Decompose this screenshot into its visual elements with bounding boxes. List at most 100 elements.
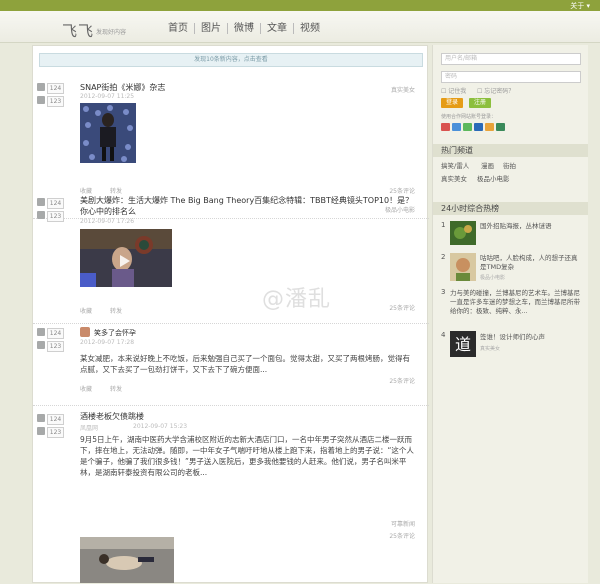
- channel-real-beauty[interactable]: 真实美女: [441, 173, 467, 183]
- comments-link[interactable]: 25条评论: [389, 376, 415, 385]
- down-count: 123: [47, 96, 64, 107]
- feed-post: 124 123 笑多了会怀孕 2012-09-07 17:28 某女减肥，本来说…: [33, 323, 429, 406]
- nav-weibo[interactable]: 微博: [227, 23, 260, 34]
- channels-heading: 热门频道: [433, 144, 588, 157]
- post-title[interactable]: 美剧大爆炸：生活大爆炸 The Big Bang Theory百集纪念特辑：TB…: [80, 195, 415, 217]
- nav-articles[interactable]: 文章: [260, 23, 293, 34]
- down-count: 123: [47, 427, 64, 438]
- renren-login-icon[interactable]: [463, 123, 472, 131]
- nav-home[interactable]: 首页: [162, 23, 194, 34]
- site-slogan: 发现好内容: [96, 29, 127, 36]
- down-count: 123: [47, 341, 64, 352]
- hot-item[interactable]: 2 咕咕吧，人脸构成，人的想子还真是TMD复杂 极品小电影: [441, 253, 581, 283]
- watermark: @潘乱: [262, 287, 332, 312]
- hot-title[interactable]: 国外招贴海报，丛林谜语: [480, 222, 580, 231]
- sidebar: 用户名/邮箱 密码 ☐ 记住我 ☐ 忘记密码？ 登录 注册 使用合作网站账号登录…: [432, 45, 588, 583]
- thumbs-down-icon[interactable]: [37, 341, 45, 349]
- feed-post: 124 123 美剧大爆炸：生活大爆炸 The Big Bang Theory百…: [33, 191, 429, 324]
- main-nav: 首页 图片 微博 文章 视频: [162, 23, 326, 34]
- thumbs-down-icon[interactable]: [37, 211, 45, 219]
- thumbs-up-icon[interactable]: [37, 414, 45, 422]
- thumbs-down-icon[interactable]: [37, 96, 45, 104]
- top-bar: 关于 ▾: [0, 0, 600, 11]
- new-content-notice[interactable]: 发现10条新内容，点击查看: [39, 53, 423, 67]
- favorite-link[interactable]: 收藏: [80, 386, 92, 393]
- svg-text:道: 道: [455, 335, 471, 354]
- channel-funny[interactable]: 搞笑/雷人: [441, 160, 469, 170]
- favorite-link[interactable]: 收藏: [80, 308, 92, 315]
- post-text: 9月5日上午，湖南中医药大学含浦校区附近的志新大酒店门口，一名中年男子突然从酒店…: [80, 435, 414, 477]
- hot-item-thumbnail[interactable]: [450, 253, 476, 281]
- post-date: 2012-09-07 15:23: [133, 423, 188, 430]
- hot-item[interactable]: 1 国外招贴海报，丛林谜语: [441, 221, 581, 247]
- avatar[interactable]: [80, 327, 90, 337]
- post-tag[interactable]: 极品小电影: [385, 205, 415, 214]
- comments-link[interactable]: 25条评论: [389, 303, 415, 312]
- about-menu[interactable]: 关于 ▾: [570, 1, 590, 11]
- share-link[interactable]: 转发: [110, 386, 122, 393]
- hot-category[interactable]: 极品小电影: [480, 274, 505, 281]
- hot-title[interactable]: 签谁！设计师们的心声: [480, 333, 580, 342]
- forgot-password-link[interactable]: ☐ 忘记密码？: [477, 86, 514, 95]
- post-author[interactable]: 笑多了会怀孕: [94, 328, 136, 338]
- post-source[interactable]: 凤凰网: [80, 423, 98, 432]
- down-count: 123: [47, 211, 64, 222]
- thumbs-up-icon[interactable]: [37, 83, 45, 91]
- post-tag[interactable]: 可靠新闻: [391, 519, 415, 528]
- qq-login-icon[interactable]: [452, 123, 461, 131]
- hot-item-thumbnail[interactable]: [450, 221, 476, 245]
- up-count: 124: [47, 328, 64, 339]
- post-title[interactable]: SNAP街拍《米娜》杂志: [80, 82, 165, 93]
- up-count: 124: [47, 83, 64, 94]
- feed-post: 124 123 酒楼老板欠债跳楼 凤凰网 2012-09-07 15:23 9月…: [33, 405, 429, 584]
- remember-checkbox[interactable]: ☐ 记住我: [441, 86, 466, 95]
- channel-comics[interactable]: 漫画: [481, 160, 494, 170]
- channel-street-snap[interactable]: 街拍: [503, 160, 516, 170]
- post-image-street-snap[interactable]: [80, 103, 136, 163]
- hot-rank: 2: [441, 253, 446, 261]
- post-tag[interactable]: 真实美女: [391, 85, 415, 94]
- hot-list-heading: 24小时综合热榜: [433, 202, 588, 215]
- hot-title[interactable]: 力与美的碰撞，兰博基尼的艺术车。兰博基尼一直是许多车迷的梦想之车，而兰博基尼所带…: [450, 289, 582, 316]
- channel-short-films[interactable]: 极品小电影: [477, 173, 510, 183]
- vote-box: 124 123: [37, 413, 64, 439]
- thumbs-up-icon[interactable]: [37, 328, 45, 336]
- hot-rank: 3: [441, 288, 446, 296]
- thumbs-down-icon[interactable]: [37, 427, 45, 435]
- nav-videos[interactable]: 视频: [293, 23, 326, 34]
- post-actions: 收藏 转发: [80, 306, 138, 315]
- partner-login-note: 使用合作网站账号登录：: [441, 114, 497, 120]
- nav-pictures[interactable]: 图片: [194, 23, 227, 34]
- hot-rank: 4: [441, 331, 446, 339]
- post-video-thumbnail[interactable]: [80, 229, 172, 287]
- vote-box: 124 123: [37, 327, 64, 353]
- remember-label: 记住我: [448, 88, 467, 95]
- post-image-news[interactable]: [80, 537, 174, 583]
- hot-category[interactable]: 真实美女: [480, 345, 500, 352]
- vote-box: 124 123: [37, 197, 64, 223]
- post-date: 2012-09-07 17:28: [80, 339, 135, 346]
- post-text: 某女减肥，本来说好晚上不吃饭，后来勉强自己买了一个面包。觉得太甜，又买了两根烤肠…: [80, 354, 410, 374]
- username-input[interactable]: 用户名/邮箱: [441, 53, 581, 65]
- thumbs-up-icon[interactable]: [37, 198, 45, 206]
- hot-title[interactable]: 咕咕吧，人脸构成，人的想子还真是TMD复杂: [480, 254, 580, 272]
- site-logo[interactable]: 飞飞: [62, 20, 94, 41]
- login-button[interactable]: 登录: [441, 98, 463, 108]
- weibo-login-icon[interactable]: [441, 123, 450, 131]
- hot-item[interactable]: 4 道 签谁！设计师们的心声 真实美女: [441, 331, 581, 359]
- share-link[interactable]: 转发: [110, 308, 122, 315]
- douban-login-icon[interactable]: [474, 123, 483, 131]
- post-title[interactable]: 酒楼老板欠债跳楼: [80, 411, 144, 422]
- post-date: 2012-09-07 11:25: [80, 93, 135, 100]
- content-feed: 发现10条新内容，点击查看 124 123 SNAP街拍《米娜》杂志 2012-…: [32, 45, 429, 584]
- site-header: 飞飞 发现好内容 首页 图片 微博 文章 视频: [0, 11, 600, 43]
- hot-item[interactable]: 3 力与美的碰撞，兰博基尼的艺术车。兰博基尼一直是许多车迷的梦想之车，而兰博基尼…: [441, 288, 581, 324]
- post-date: 2012-09-07 17:26: [80, 218, 135, 225]
- kaixin-login-icon[interactable]: [485, 123, 494, 131]
- register-button[interactable]: 注册: [469, 98, 491, 108]
- forgot-password-label: 忘记密码？: [484, 88, 515, 95]
- comments-link[interactable]: 25条评论: [389, 531, 415, 540]
- password-input[interactable]: 密码: [441, 71, 581, 83]
- netease-login-icon[interactable]: [496, 123, 505, 131]
- hot-item-thumbnail[interactable]: 道: [450, 331, 476, 357]
